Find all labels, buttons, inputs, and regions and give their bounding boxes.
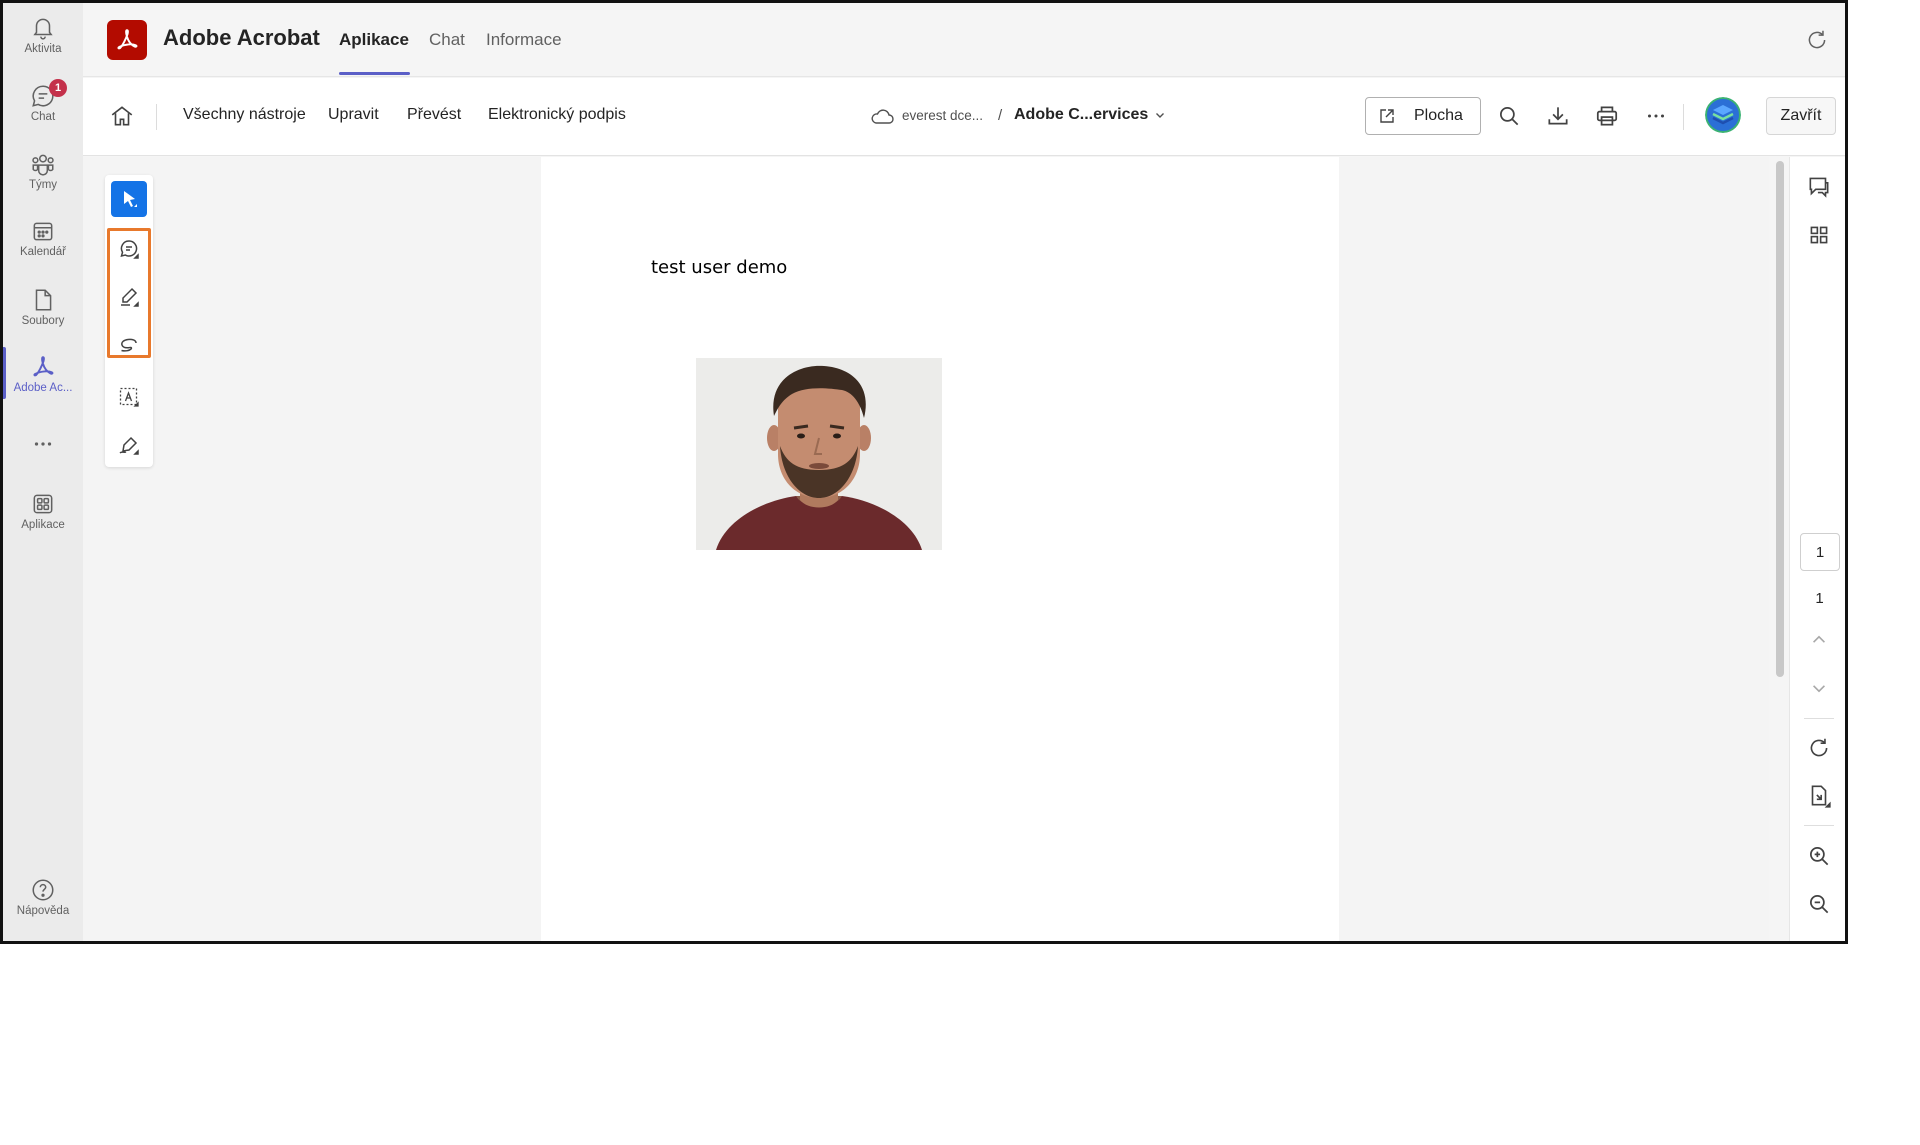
acrobat-toolbar: Všechny nástroje Upravit Převést Elektro… <box>83 78 1845 156</box>
comment-tool[interactable] <box>111 231 147 267</box>
rail-label: Nápověda <box>16 905 70 917</box>
download-icon[interactable] <box>1545 103 1571 129</box>
rail-item-files[interactable]: Soubory <box>3 287 83 327</box>
chevron-down-icon[interactable] <box>1806 675 1832 701</box>
right-side-panel: 1 1 <box>1789 157 1845 941</box>
home-icon[interactable] <box>109 103 135 129</box>
acrobat-logo-icon <box>117 29 138 50</box>
panel-divider <box>1804 718 1834 719</box>
more-options-icon[interactable] <box>1643 103 1669 129</box>
rotate-icon[interactable] <box>1806 735 1832 761</box>
rail-item-calendar[interactable]: Kalendář <box>3 218 83 258</box>
acrobat-icon <box>33 356 54 377</box>
active-tab-underline <box>339 72 410 75</box>
menu-convert[interactable]: Převést <box>407 106 461 124</box>
rail-item-help[interactable]: Nápověda <box>3 877 83 917</box>
cursor-arrow-icon <box>124 191 137 207</box>
comment-icon <box>120 240 139 259</box>
print-icon[interactable] <box>1594 103 1620 129</box>
app-title: Adobe Acrobat <box>163 25 320 50</box>
rail-label: Týmy <box>28 179 58 191</box>
pen-highlight-icon <box>121 287 139 307</box>
teams-rail: Aktivita 1 Chat Týmy Kalendář Soubory Ad… <box>3 3 83 941</box>
panel-divider <box>1804 825 1834 826</box>
open-desktop-label: Plocha <box>1414 107 1463 124</box>
open-desktop-button[interactable]: Plocha <box>1365 97 1481 135</box>
chat-unread-badge: 1 <box>49 79 67 97</box>
breadcrumb-location[interactable]: everest dce... <box>902 108 983 123</box>
rail-item-apps[interactable]: Aplikace <box>3 491 83 531</box>
rail-item-activity[interactable]: Aktivita <box>3 15 83 55</box>
pdf-page[interactable]: test user demo <box>541 157 1339 941</box>
tab-informace[interactable]: Informace <box>486 30 562 50</box>
text-box-tool[interactable] <box>111 379 147 415</box>
menu-all-tools[interactable]: Všechny nástroje <box>183 106 306 124</box>
zoom-out-icon[interactable] <box>1806 891 1832 917</box>
freehand-draw-icon <box>121 338 137 352</box>
adobe-acrobat-logo <box>107 20 147 60</box>
rail-label: Adobe Ac... <box>13 382 73 394</box>
file-icon <box>35 289 52 311</box>
menu-e-signature[interactable]: Elektronický podpis <box>488 106 626 124</box>
page-fit-icon[interactable] <box>1806 783 1832 809</box>
comments-panel-icon[interactable] <box>1806 173 1832 199</box>
breadcrumb-filename[interactable]: Adobe C...ervices <box>1014 106 1148 124</box>
total-pages: 1 <box>1815 590 1824 607</box>
chevron-down-icon[interactable] <box>1153 108 1167 122</box>
zoom-in-icon[interactable] <box>1806 843 1832 869</box>
rail-label: Aplikace <box>21 519 65 531</box>
rail-item-adobe-acrobat[interactable]: Adobe Ac... <box>3 354 83 394</box>
portrait-photo[interactable] <box>696 358 942 550</box>
rail-item-more[interactable] <box>3 431 83 459</box>
rail-item-teams[interactable]: Týmy <box>3 151 83 191</box>
document-text: test user demo <box>651 257 788 278</box>
help-icon <box>32 879 54 901</box>
tools-panel <box>105 175 153 467</box>
toolbar-divider <box>1683 104 1684 130</box>
toolbar-divider <box>156 104 157 130</box>
freehand-draw-tool[interactable] <box>111 327 147 363</box>
open-external-icon <box>1380 109 1394 123</box>
rail-label: Soubory <box>21 315 65 327</box>
vertical-scrollbar[interactable] <box>1776 161 1784 677</box>
signature-tool[interactable] <box>111 427 147 463</box>
apps-icon <box>33 494 53 514</box>
grid-view-icon[interactable] <box>1806 222 1832 248</box>
more-horizontal-icon <box>34 442 52 446</box>
teams-window: Aktivita 1 Chat Týmy Kalendář Soubory Ad… <box>0 0 1848 944</box>
signature-pen-icon <box>119 436 139 455</box>
bell-icon <box>33 18 53 40</box>
rail-label: Kalendář <box>19 246 67 258</box>
user-avatar[interactable] <box>1705 97 1741 133</box>
current-page-input[interactable]: 1 <box>1800 533 1840 571</box>
refresh-icon[interactable] <box>1804 27 1830 53</box>
search-icon[interactable] <box>1496 103 1522 129</box>
document-viewer: test user demo <box>83 157 1784 941</box>
menu-edit[interactable]: Upravit <box>328 106 379 124</box>
text-box-icon <box>119 387 139 407</box>
tab-chat[interactable]: Chat <box>429 30 465 50</box>
rail-label: Aktivita <box>24 43 62 55</box>
chevron-up-icon[interactable] <box>1806 627 1832 653</box>
tab-aplikace[interactable]: Aplikace <box>339 30 409 50</box>
teams-icon <box>32 154 54 176</box>
highlight-pen-tool[interactable] <box>111 279 147 315</box>
close-button[interactable]: Zavřít <box>1766 97 1836 135</box>
calendar-icon <box>33 222 53 241</box>
select-tool[interactable] <box>111 181 147 217</box>
rail-label: Chat <box>30 111 56 123</box>
cloud-icon <box>871 109 894 124</box>
app-header: Adobe Acrobat Aplikace Chat Informace <box>83 3 1845 77</box>
portrait-image <box>696 358 942 550</box>
breadcrumb-separator: / <box>998 107 1003 124</box>
rail-item-chat[interactable]: 1 Chat <box>3 79 83 123</box>
